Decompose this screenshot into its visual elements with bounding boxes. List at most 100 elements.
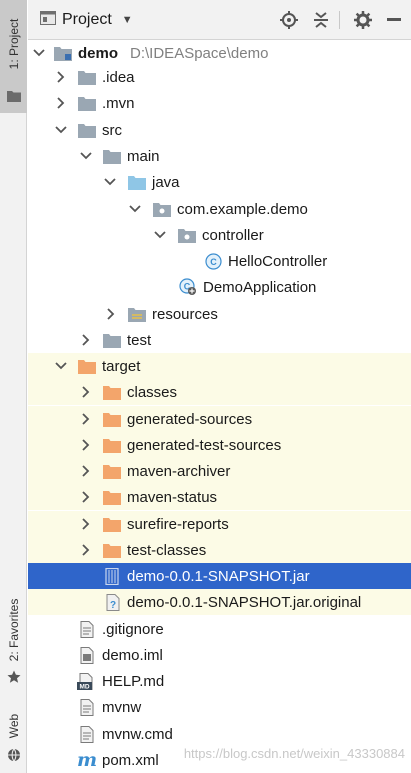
tree-label: mvnw [102,698,142,716]
expanded-arrow-icon[interactable] [128,202,142,216]
tree-node-iml[interactable]: demo.iml [28,642,411,668]
excluded-folder-icon [103,541,121,559]
tree-label: HelloController [228,252,328,270]
collapsed-arrow-icon[interactable] [79,333,93,347]
tree-label: demo-0.0.1-SNAPSHOT.jar [127,567,310,585]
tree-label: maven-archiver [127,462,231,480]
tree-label: java [152,173,180,191]
text-file-icon [78,698,96,716]
tree-label: .idea [102,68,135,86]
tree-label: mvnw.cmd [102,725,173,743]
tree-label: classes [127,383,178,401]
tree-node-main[interactable]: main [28,143,411,169]
expanded-arrow-icon[interactable] [153,228,167,242]
favorites-tool-tab[interactable]: 2: Favorites [0,590,27,686]
tree-node-jar-original[interactable]: ? demo-0.0.1-SNAPSHOT.jar.original [28,589,411,615]
tree-label: HELP.md [102,672,165,690]
tree-label: demo.iml [102,646,163,664]
project-view-header: Project ▼ [28,0,411,40]
header-divider [339,11,340,29]
collapsed-arrow-icon[interactable] [79,385,93,399]
settings-icon[interactable] [353,10,373,30]
tree-node-idea[interactable]: .idea [28,64,411,90]
tree-node-demo[interactable]: demo D:\IDEASpace\demo [28,40,411,66]
tree-node-generated-test-sources[interactable]: generated-test-sources [28,432,411,458]
jar-file-icon [103,567,121,585]
collapse-all-icon[interactable] [311,10,331,30]
tree-label: com.example.demo [177,200,308,218]
web-tool-tab[interactable]: Web [0,708,27,768]
collapsed-arrow-icon[interactable] [79,543,93,557]
folder-icon [103,147,121,165]
tree-node-test-classes[interactable]: test-classes [28,537,411,563]
tree-label: maven-status [127,488,218,506]
project-tree: demo D:\IDEASpace\demo .idea .mvn src mai… [28,40,411,773]
tree-label: demo D:\IDEASpace\demo [78,45,268,62]
tree-label: target [102,357,141,375]
tree-label: controller [202,226,264,244]
svg-text:?: ? [109,600,115,611]
tree-node-maven-status[interactable]: maven-status [28,484,411,510]
collapsed-arrow-icon[interactable] [79,438,93,452]
hide-icon[interactable] [384,10,404,30]
tree-node-hello-controller[interactable]: C HelloController [28,248,411,274]
tree-node-mvn[interactable]: .mvn [28,90,411,116]
tree-node-src[interactable]: src [28,117,411,143]
tree-label: DemoApplication [203,278,317,296]
expanded-arrow-icon[interactable] [32,46,46,60]
tree-node-maven-archiver[interactable]: maven-archiver [28,458,411,484]
expanded-arrow-icon[interactable] [54,123,68,137]
tree-node-demo-application[interactable]: C DemoApplication [28,274,411,300]
collapsed-arrow-icon[interactable] [79,490,93,504]
tree-node-jar[interactable]: demo-0.0.1-SNAPSHOT.jar [28,563,411,589]
excluded-folder-icon [103,436,121,454]
tree-node-generated-sources[interactable]: generated-sources [28,406,411,432]
collapsed-arrow-icon[interactable] [54,96,68,110]
expanded-arrow-icon[interactable] [103,175,117,189]
excluded-folder-icon [103,462,121,480]
tree-label: .mvn [102,94,135,112]
watermark: https://blog.csdn.net/weixin_43330884 [183,746,405,761]
tree-node-target[interactable]: target [28,353,411,379]
project-tool-tab[interactable]: 1: Project [0,0,27,113]
root-name: demo [78,44,119,62]
excluded-folder-icon [103,515,121,533]
tree-node-mvnw-cmd[interactable]: mvnw.cmd [28,721,411,747]
text-file-icon [78,725,96,743]
tree-node-surefire-reports[interactable]: surefire-reports [28,511,411,537]
tree-label: test [127,331,152,349]
collapsed-arrow-icon[interactable] [54,70,68,84]
module-file-icon [78,646,96,664]
excluded-folder-icon [78,357,96,375]
folder-icon [78,121,96,139]
tree-node-classes[interactable]: classes [28,379,411,405]
tree-node-controller[interactable]: controller [28,222,411,248]
tool-window-stripe: 1: Project 2: Favorites Web [0,0,27,773]
unknown-file-icon: ? [104,593,122,611]
root-path: D:\IDEASpace\demo [130,44,269,62]
tree-label: test-classes [127,541,207,559]
tree-node-mvnw[interactable]: mvnw [28,694,411,720]
collapsed-arrow-icon[interactable] [79,464,93,478]
tree-label: generated-sources [127,410,253,428]
tree-label: .gitignore [102,620,164,638]
project-tab-label: 1: Project [6,18,21,70]
java-class-icon: C [204,252,222,270]
tree-node-package[interactable]: com.example.demo [28,196,411,222]
markdown-file-icon: MD [77,672,95,690]
view-selector[interactable]: Project ▼ [40,9,133,31]
collapsed-arrow-icon[interactable] [79,412,93,426]
tree-node-gitignore[interactable]: .gitignore [28,616,411,642]
excluded-folder-icon [103,383,121,401]
tree-node-java[interactable]: java [28,169,411,195]
expanded-arrow-icon[interactable] [79,149,93,163]
tree-node-resources[interactable]: resources [28,301,411,327]
collapsed-arrow-icon[interactable] [104,307,118,321]
locate-icon[interactable] [279,10,299,30]
spring-boot-class-icon: C [179,278,197,296]
tree-node-test[interactable]: test [28,327,411,353]
expanded-arrow-icon[interactable] [54,359,68,373]
tree-node-help[interactable]: MD HELP.md [28,668,411,694]
maven-icon: m [76,749,98,771]
collapsed-arrow-icon[interactable] [79,517,93,531]
